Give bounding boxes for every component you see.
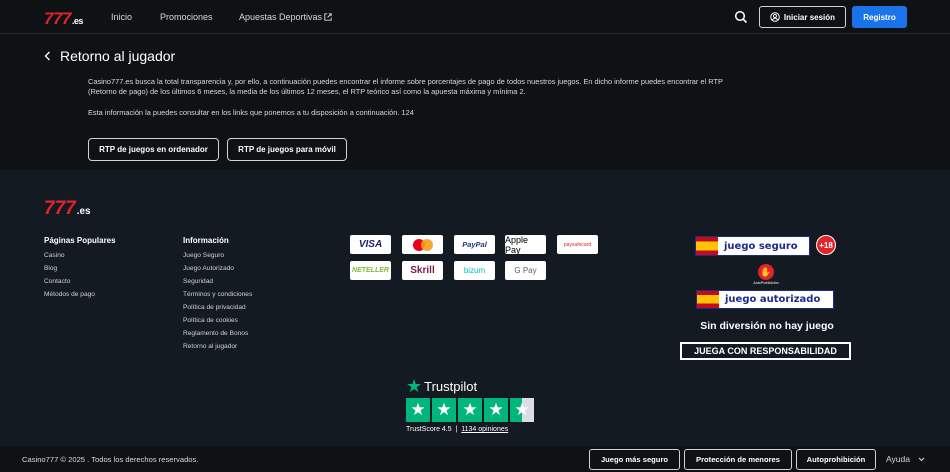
trustpilot-star-icon: ★ <box>406 376 423 396</box>
half-star-icon: ★ <box>510 398 534 422</box>
footer: 777.es Páginas Populares Casino Blog Con… <box>0 170 950 446</box>
footer-link-privacidad[interactable]: Política de privacidad <box>183 304 246 311</box>
trustpilot-name: Trustpilot <box>424 379 478 394</box>
footer-link-contacto[interactable]: Contacto <box>44 278 70 285</box>
google-pay-logo: G Pay <box>505 261 546 280</box>
nav-promociones[interactable]: Promociones <box>160 12 213 22</box>
main-content: Retorno al jugador Casino777.es busca la… <box>0 34 950 170</box>
nav-apuestas-deportivas[interactable]: Apuestas Deportivas <box>239 12 332 22</box>
info-title: Información <box>183 236 229 245</box>
juego-seguro-label: juego seguro <box>724 240 798 252</box>
register-button[interactable]: Registro <box>852 6 907 28</box>
login-label: Iniciar sesión <box>783 12 836 22</box>
footer-link-juego-seguro[interactable]: Juego Seguro <box>183 252 224 259</box>
footer-logo[interactable]: 777.es <box>44 198 91 220</box>
footer-link-blog[interactable]: Blog <box>44 265 57 272</box>
intro-line-1: Casino777.es busca la total transparenci… <box>88 77 723 86</box>
proteccion-menores-button[interactable]: Protección de menores <box>684 449 792 470</box>
mastercard-circles-icon <box>412 238 433 251</box>
juega-responsabilidad-badge[interactable]: JUEGA CON RESPONSABILIDAD <box>680 342 851 360</box>
plus18-badge: +18 <box>816 235 836 255</box>
chevron-down-icon <box>918 457 925 461</box>
login-button[interactable]: Iniciar sesión <box>759 6 846 28</box>
external-link-icon <box>324 13 332 21</box>
apple-pay-logo: Apple Pay <box>505 235 546 255</box>
footer-link-casino[interactable]: Casino <box>44 252 65 259</box>
rtp-desktop-button[interactable]: RTP de juegos en ordenador <box>88 138 219 161</box>
footer-link-cookies[interactable]: Política de cookies <box>183 317 238 324</box>
copyright-text: Casino777 © 2025 . Todos los derechos re… <box>22 455 199 464</box>
footer-link-juego-autorizado[interactable]: Juego Autorizado <box>183 265 234 272</box>
spain-flag-icon <box>696 237 718 255</box>
star-icon: ★ <box>484 398 508 422</box>
autoprohibicion-button[interactable]: Autoprohibición <box>796 449 876 470</box>
trustpilot-stars: ★ ★ ★ ★ ★ <box>406 398 534 422</box>
juego-seguro-badge[interactable]: juego seguro <box>695 236 810 256</box>
trustpilot-logo[interactable]: ★ Trustpilot <box>406 376 477 397</box>
trustscore-reviews-link[interactable]: 1134 opiniones <box>461 426 508 433</box>
chevron-left-icon <box>44 51 50 61</box>
help-label: Ayuda <box>886 454 910 464</box>
star-icon: ★ <box>406 398 430 422</box>
star-icon: ★ <box>432 398 456 422</box>
footer-link-terminos[interactable]: Términos y condiciones <box>183 291 252 298</box>
nav-inicio[interactable]: Inicio <box>111 12 132 22</box>
juego-autorizado-badge[interactable]: juego autorizado <box>696 290 834 309</box>
footer-link-seguridad[interactable]: Seguridad <box>183 278 213 285</box>
search-icon[interactable] <box>734 10 748 24</box>
trustscore-label: TrustScore 4.5 <box>406 426 452 433</box>
visa-logo: VISA <box>350 235 391 254</box>
footer-link-bonos[interactable]: Reglamento de Bonos <box>183 330 248 337</box>
star-icon: ★ <box>458 398 482 422</box>
info-paragraph: Esta información la puedes consultar en … <box>88 108 414 117</box>
footer-link-metodos-pago[interactable]: Métodos de pago <box>44 291 95 298</box>
mastercard-logo <box>402 235 443 254</box>
footer-link-retorno[interactable]: Retorno al jugador <box>183 343 237 350</box>
juego-autorizado-label: juego autorizado <box>725 294 821 305</box>
site-logo[interactable]: 777.es <box>44 9 83 29</box>
bizum-logo: bizum <box>454 261 495 280</box>
autoprohibicion-label: AutoProhibición <box>753 281 779 285</box>
bottom-bar: Casino777 © 2025 . Todos los derechos re… <box>0 446 950 472</box>
autoprohibicion-logo[interactable]: ✋ AutoProhibición <box>753 264 779 285</box>
page-title: Retorno al jugador <box>60 48 176 64</box>
back-link[interactable]: Retorno al jugador <box>44 48 175 64</box>
help-dropdown[interactable]: Ayuda <box>886 454 925 464</box>
popular-pages-title: Páginas Populares <box>44 236 116 245</box>
spain-flag-icon <box>697 291 719 308</box>
rtp-mobile-button[interactable]: RTP de juegos para móvil <box>227 138 347 161</box>
intro-line-2: (Retorno de pago) de los últimos 6 meses… <box>88 86 526 96</box>
trustscore: TrustScore 4.5 | 1134 opiniones <box>406 426 509 433</box>
user-icon <box>770 12 780 22</box>
skrill-logo: Skrill <box>402 261 443 280</box>
top-header: 777.es Inicio Promociones Apuestas Depor… <box>0 0 950 34</box>
sin-diversion-text: Sin diversión no hay juego <box>700 320 834 332</box>
paysafecard-logo: paysafecard <box>557 235 598 254</box>
nav-apuestas-label: Apuestas Deportivas <box>239 12 323 22</box>
hand-stop-icon: ✋ <box>758 264 774 280</box>
paypal-logo: PayPal <box>454 235 495 254</box>
juego-mas-seguro-button[interactable]: Juego más seguro <box>589 449 680 470</box>
neteller-logo: NETELLER <box>350 261 391 280</box>
intro-paragraph: Casino777.es busca la total transparenci… <box>88 77 848 96</box>
